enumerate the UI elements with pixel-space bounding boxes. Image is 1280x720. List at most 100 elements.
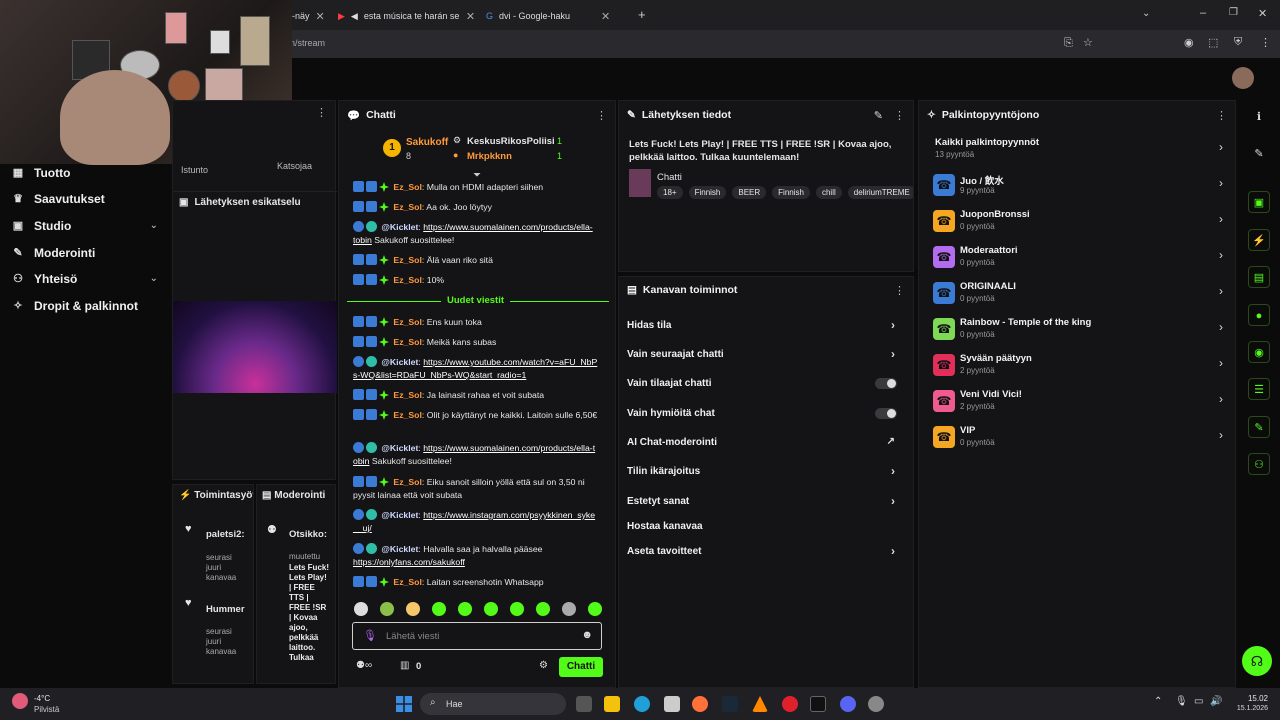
browser-menu-icon[interactable]: ⋮ [1260,36,1271,49]
pencil-icon[interactable]: ✎ [1248,143,1270,165]
avatar[interactable] [1232,67,1254,89]
reward-queue-menu-icon[interactable]: ⋮ [1216,109,1227,122]
browser-tab-1[interactable]: -näy ✕ [292,6,332,26]
chat-link[interactable]: https://onlyfans.com/sakukoff [353,557,465,567]
chevron-up-icon[interactable]: ⌃ [1154,696,1162,707]
nav-item-studio[interactable]: ▣ Studio [12,219,158,233]
emote-icon[interactable] [458,602,472,616]
nav-item-moderointi[interactable]: ✎ Moderointi [12,246,95,260]
reward-item[interactable]: ☎ Rainbow - Temple of the king 0 pyyntöä › [933,316,1223,348]
reward-item[interactable]: ☎ Juo / 飲水 9 pyyntöä › [933,172,1223,204]
store-icon[interactable]: ▥ [400,660,409,671]
reward-item[interactable]: ☎ Moderaattori 0 pyyntöä › [933,244,1223,276]
reward-all[interactable]: Kaikki palkintopyynnöt 13 pyyntöä › [933,136,1223,168]
close-tab-icon[interactable]: ✕ [466,10,475,23]
reward-item[interactable]: ☎ JuoponBronssi 0 pyyntöä › [933,208,1223,240]
chat-bubble-icon[interactable]: ● [1248,304,1270,326]
action-slow-mode[interactable]: Hidas tila › [627,318,905,332]
edge-icon[interactable] [634,696,650,712]
list-icon[interactable]: ☰ [1248,378,1270,400]
action-followers-only[interactable]: Vain seuraajat chatti › [627,347,905,361]
chevron-down-icon[interactable]: ⌄ [150,220,158,231]
nav-item-dropit[interactable]: ✧ Dropit & palkinnot [12,299,138,313]
emoji-picker-icon[interactable]: ☻ [581,629,593,641]
nav-item-yhteiso[interactable]: ⚇ Yhteisö [12,272,77,286]
extensions-icon[interactable]: ⬚ [1208,36,1218,49]
collapse-icon[interactable]: ⏷ [473,170,481,181]
close-window-icon[interactable]: ✕ [1258,7,1267,20]
shield-icon[interactable]: ⛨ [1234,36,1242,49]
emote-icon[interactable] [354,602,368,616]
leaderboard-first-name[interactable]: Sakukoff [406,137,448,148]
firefox-icon[interactable] [692,696,708,712]
action-host-channel[interactable]: Hostaa kanavaa [627,521,905,532]
channel-actions-menu-icon[interactable]: ⋮ [894,284,905,297]
store-icon[interactable] [664,696,680,712]
browser-tab-3[interactable]: Gdvi - Google-haku ✕ [486,6,626,26]
close-tab-icon[interactable]: ✕ [601,10,610,23]
install-icon[interactable]: ⎘ [1064,37,1073,50]
users-icon[interactable]: ⚇ [1248,453,1270,475]
support-icon[interactable]: ☊ [1242,646,1272,676]
emote-icon[interactable] [536,602,550,616]
emote-icon[interactable] [562,602,576,616]
network-icon[interactable]: ▭ [1194,696,1203,707]
reward-item[interactable]: ☎ VIP 0 pyyntöä › [933,424,1223,456]
browser-tab-2[interactable]: ▶◀esta música te harán sentir✕ [338,6,478,26]
emote-icon[interactable] [380,602,394,616]
send-chat-button[interactable]: Chatti [559,657,603,677]
chat-menu-icon[interactable]: ⋮ [596,109,607,122]
clock-time[interactable]: 15.02 [1232,694,1268,703]
leaderboard-second-name[interactable]: KeskusRikosPoliisi [467,136,555,147]
action-set-goals[interactable]: Aseta tavoitteet › [627,544,905,558]
bookmark-star-icon[interactable]: ☆ [1083,36,1093,49]
emote-icon[interactable] [406,602,420,616]
preview-menu-icon[interactable]: ⋮ [316,106,327,119]
document-icon[interactable]: ▤ [1248,266,1270,288]
tab-list-icon[interactable]: ⌄ [1142,8,1150,19]
volume-icon[interactable]: 🔊 [1210,696,1222,707]
nav-item-tuotto[interactable]: ▦ Tuotto [12,166,71,180]
reward-item[interactable]: ☎ Veni Vidi Vici! 2 pyyntöä › [933,388,1223,420]
pencil-icon[interactable]: ✎ [874,109,883,122]
new-tab-icon[interactable]: + [638,7,646,22]
action-blocked-words[interactable]: Estetyt sanat › [627,494,905,508]
close-tab-icon[interactable]: ✕ [316,10,325,23]
reward-item[interactable]: ☎ ORIGINAALI 0 pyyntöä › [933,280,1223,312]
stream-info-menu-icon[interactable]: ⋮ [894,109,905,122]
profile-icon[interactable]: ◉ [1184,36,1194,49]
opera-icon[interactable] [782,696,798,712]
action-ai-moderation[interactable]: AI Chat-moderointi ↗ [627,436,905,448]
settings-icon[interactable] [868,696,884,712]
bolt-icon[interactable]: ⚡ [1248,229,1270,251]
emote-icon[interactable] [432,602,446,616]
file-explorer-icon[interactable] [604,696,620,712]
action-age-restriction[interactable]: Tilin ikärajoitus › [627,464,905,478]
emote-icon[interactable] [484,602,498,616]
mute-icon[interactable]: ◀ [351,11,358,22]
clock-date[interactable]: 15.1.2026 [1228,705,1268,712]
emote-icon[interactable] [588,602,602,616]
points-icon[interactable]: ⚉∞ [356,660,372,671]
chevron-down-icon[interactable]: ⌄ [150,273,158,284]
search-box[interactable]: ⌕ Hae [420,693,566,715]
steam-icon[interactable] [722,696,738,712]
weather-icon[interactable] [12,693,28,709]
camera-icon[interactable]: ▣ [1248,191,1270,213]
terminal-icon[interactable] [810,696,826,712]
stream-preview-video[interactable] [173,301,337,393]
minimize-icon[interactable]: – [1200,7,1206,19]
discord-icon[interactable] [840,696,856,712]
emotes-only-toggle[interactable] [875,408,897,419]
settings-gear-icon[interactable]: ⚙ [539,660,548,671]
category-label[interactable]: Chatti [657,172,682,183]
wrench-icon[interactable]: ✎ [1248,416,1270,438]
nav-item-saavutukset[interactable]: ♛ Saavutukset [12,192,105,206]
info-icon[interactable]: ℹ [1248,106,1270,128]
leaderboard-third-name[interactable]: Mrkpkknn [467,151,512,162]
broadcast-icon[interactable]: ◉ [1248,341,1270,363]
chat-input[interactable]: 🎙 Lähetä viesti ☻ [352,622,602,650]
reward-item[interactable]: ☎ Syvään päätyyn 2 pyyntöä › [933,352,1223,384]
subscribers-only-toggle[interactable] [875,378,897,389]
task-view-icon[interactable] [576,696,592,712]
